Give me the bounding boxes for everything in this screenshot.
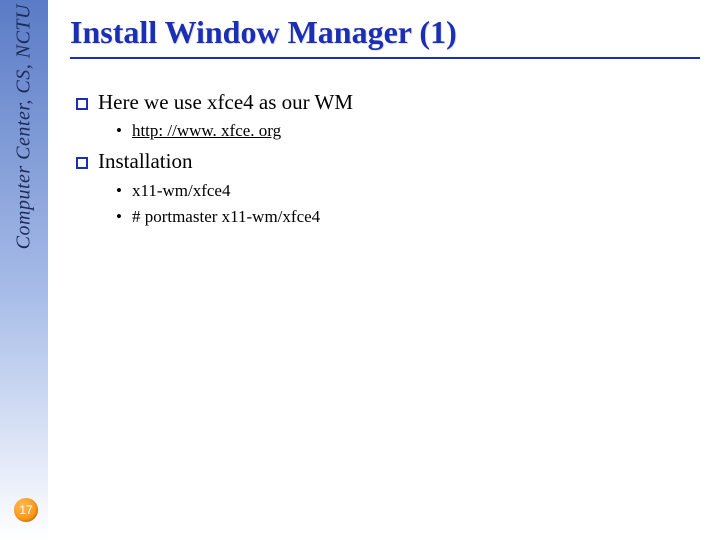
slide-content: Install Window Manager (1) Here we use x… [70,14,700,232]
sidebar-gradient: Computer Center, CS, NCTU [0,0,48,540]
sub-bullet-text: # portmaster x11-wm/xfce4 [132,207,320,226]
sidebar-org-label: Computer Center, CS, NCTU [13,4,36,249]
bullet-item: Installation [76,146,700,176]
xfce-link[interactable]: http: //www. xfce. org [132,121,281,140]
dot-bullet-icon: • [116,179,122,204]
dot-bullet-icon: • [116,119,122,144]
sub-bullet-text: x11-wm/xfce4 [132,181,231,200]
bullet-item: Here we use xfce4 as our WM [76,87,700,117]
sub-bullet-item: • http: //www. xfce. org [116,119,700,144]
sub-bullet-item: • x11-wm/xfce4 [116,179,700,204]
bullet-text: Here we use xfce4 as our WM [98,90,353,114]
bullet-text: Installation [98,149,192,173]
sub-bullet-item: • # portmaster x11-wm/xfce4 [116,205,700,230]
page-number-badge: 17 [14,498,38,522]
slide-title: Install Window Manager (1) [70,14,700,51]
dot-bullet-icon: • [116,205,122,230]
title-underline [70,57,700,59]
square-bullet-icon [76,98,88,110]
square-bullet-icon [76,157,88,169]
slide-body: Here we use xfce4 as our WM • http: //www… [70,87,700,230]
